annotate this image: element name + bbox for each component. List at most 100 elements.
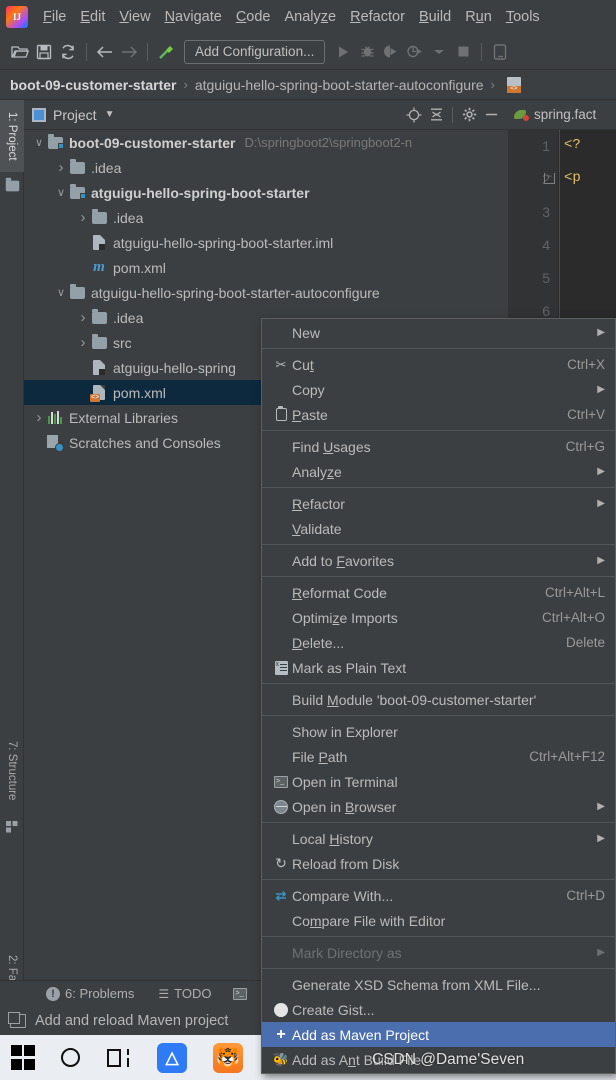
intellij-idea-logo-icon	[6, 6, 28, 28]
chevron-right-icon[interactable]: ›	[76, 334, 90, 351]
menu-item-icon-placeholder	[270, 609, 292, 627]
status-terminal[interactable]: >_	[233, 987, 248, 1000]
menu-item-optimize-imports[interactable]: Optimize Imports Ctrl+Alt+O	[262, 605, 615, 630]
menu-item-local-history[interactable]: Local History ▶	[262, 826, 615, 851]
menu-item-compare-with[interactable]: ⇄ Compare With... Ctrl+D	[262, 883, 615, 908]
editor-tab-spring-factories[interactable]: spring.fact	[534, 107, 596, 122]
tree-row-path: D:\springboot2\springboot2-n	[244, 135, 413, 150]
menu-item-icon-placeholder	[270, 723, 292, 741]
menu-item-validate[interactable]: Validate	[262, 516, 615, 541]
menu-item-delete[interactable]: Delete... Delete	[262, 630, 615, 655]
chevron-right-icon[interactable]: ›	[76, 309, 90, 326]
sync-refresh-icon[interactable]	[56, 40, 80, 64]
breadcrumb-item-module[interactable]: atguigu-hello-spring-boot-starter-autoco…	[195, 77, 484, 93]
panel-divider	[452, 106, 453, 123]
menu-refactor[interactable]: Refactor	[343, 6, 412, 28]
menu-item-find-usages[interactable]: Find Usages Ctrl+G	[262, 434, 615, 459]
menu-item-shortcut: Ctrl+G	[565, 439, 605, 454]
menu-tools[interactable]: Tools	[499, 6, 547, 28]
tree-row[interactable]: atguigu-hello-spring-boot-starter.iml	[24, 230, 508, 255]
save-all-icon[interactable]	[32, 40, 56, 64]
menu-build[interactable]: Build	[412, 6, 458, 28]
menu-item-compare-file-with-editor[interactable]: Compare File with Editor	[262, 908, 615, 933]
main-toolbar: Add Configuration...	[0, 34, 616, 70]
menu-separator	[262, 936, 615, 937]
menu-item-label: Compare File with Editor	[292, 912, 446, 929]
menu-item-shortcut: Ctrl+D	[566, 888, 605, 903]
menu-item-reformat-code[interactable]: Reformat Code Ctrl+Alt+L	[262, 580, 615, 605]
chevron-down-icon[interactable]: ▼	[105, 109, 115, 120]
module-icon	[8, 1011, 26, 1028]
task-view-icon[interactable]	[94, 1035, 142, 1080]
submenu-arrow-icon: ▶	[597, 466, 605, 477]
line-number: 6	[542, 303, 550, 319]
menu-item-shortcut: Ctrl+V	[567, 407, 605, 422]
menu-code[interactable]: Code	[229, 6, 278, 28]
menu-analyze[interactable]: Analyze	[278, 6, 344, 28]
chevron-down-icon[interactable]: ∨	[32, 136, 46, 149]
sidebar-item-project[interactable]: 1: Project	[0, 100, 24, 172]
watermark: CSDN @Dame'Seven	[372, 1051, 525, 1068]
menu-item-open-in-browser[interactable]: Open in Browser ▶	[262, 794, 615, 819]
windows-start-button[interactable]	[0, 1035, 46, 1080]
settings-gear-icon[interactable]	[458, 104, 480, 126]
sidebar-item-structure[interactable]: 7: Structure	[0, 728, 24, 814]
menu-run[interactable]: Run	[458, 6, 499, 28]
xml-file-icon	[506, 76, 521, 93]
menu-edit[interactable]: Edit	[73, 6, 112, 28]
menu-item-analyze[interactable]: Analyze ▶	[262, 459, 615, 484]
tree-row-label: atguigu-hello-spring-boot-starter-autoco…	[91, 284, 380, 301]
chevron-right-icon[interactable]: ›	[54, 159, 68, 176]
menu-item-cut[interactable]: ✂ Cut Ctrl+X	[262, 352, 615, 377]
menu-item-paste[interactable]: Paste Ctrl+V	[262, 402, 615, 427]
menu-item-copy[interactable]: Copy ▶	[262, 377, 615, 402]
taskbar-app-orange-icon[interactable]: 🐯	[202, 1035, 254, 1080]
breadcrumb-item-project[interactable]: boot-09-customer-starter	[10, 77, 176, 93]
code-fold-marker[interactable]: −	[544, 172, 555, 184]
cortana-search-icon[interactable]	[46, 1035, 94, 1080]
tree-row[interactable]: › .idea	[24, 155, 508, 180]
menu-item-file-path[interactable]: File Path Ctrl+Alt+F12	[262, 744, 615, 769]
collapse-all-icon[interactable]	[425, 104, 447, 126]
locate-icon[interactable]	[403, 104, 425, 126]
menu-file[interactable]: File	[36, 6, 73, 28]
build-hammer-icon[interactable]	[154, 40, 178, 64]
hide-panel-icon[interactable]	[480, 104, 502, 126]
menu-view[interactable]: View	[112, 6, 157, 28]
menu-item-open-in-terminal[interactable]: >_ Open in Terminal	[262, 769, 615, 794]
status-todo[interactable]: ☰ TODO	[158, 986, 211, 1001]
menu-navigate[interactable]: Navigate	[158, 6, 229, 28]
menu-item-mark-as-plain-text[interactable]: Mark as Plain Text	[262, 655, 615, 680]
add-configuration-button[interactable]: Add Configuration...	[184, 39, 326, 64]
menu-item-show-in-explorer[interactable]: Show in Explorer	[262, 719, 615, 744]
menu-item-add-to-favorites[interactable]: Add to Favorites ▶	[262, 548, 615, 573]
chevron-right-icon[interactable]: ›	[76, 209, 90, 226]
line-number: 1	[542, 138, 550, 154]
menu-item-generate-xsd-schema-from-xml-file[interactable]: Generate XSD Schema from XML File...	[262, 972, 615, 997]
chevron-right-icon[interactable]: ›	[32, 409, 46, 426]
menu-item-reload-from-disk[interactable]: ↻ Reload from Disk	[262, 851, 615, 876]
tree-row[interactable]: ∨ boot-09-customer-starter D:\springboot2\…	[24, 130, 508, 155]
context-menu[interactable]: New ▶ ✂ Cut Ctrl+X Copy ▶ Paste Ctrl+V Find Usage…	[261, 318, 616, 1074]
chevron-down-icon[interactable]: ∨	[54, 286, 68, 299]
menu-item-refactor[interactable]: Refactor ▶	[262, 491, 615, 516]
tree-row[interactable]: › .idea	[24, 205, 508, 230]
device-manager-icon[interactable]	[488, 40, 512, 64]
open-folder-icon[interactable]	[8, 40, 32, 64]
menu-item-add-as-maven-project[interactable]: + Add as Maven Project	[262, 1022, 615, 1047]
menu-item-label: Compare With...	[292, 887, 394, 904]
tree-row[interactable]: ∨ atguigu-hello-spring-boot-starter	[24, 180, 508, 205]
menu-item-shortcut: Ctrl+X	[567, 357, 605, 372]
code-line: <p	[564, 170, 581, 186]
menu-item-create-gist[interactable]: Create Gist...	[262, 997, 615, 1022]
tree-row[interactable]: ∨ atguigu-hello-spring-boot-starter-autoc…	[24, 280, 508, 305]
menu-item-new[interactable]: New ▶	[262, 320, 615, 345]
back-arrow-icon[interactable]	[93, 40, 117, 64]
taskbar-app-blue-icon[interactable]: △	[142, 1035, 202, 1080]
status-problems[interactable]: ! 6: Problems	[46, 986, 134, 1001]
menu-item-build-module-boot-09-customer-starter[interactable]: Build Module 'boot-09-customer-starter'	[262, 687, 615, 712]
chevron-down-icon[interactable]: ∨	[54, 186, 68, 199]
tree-row-label: .idea	[113, 309, 144, 326]
tree-row[interactable]: m pom.xml	[24, 255, 508, 280]
